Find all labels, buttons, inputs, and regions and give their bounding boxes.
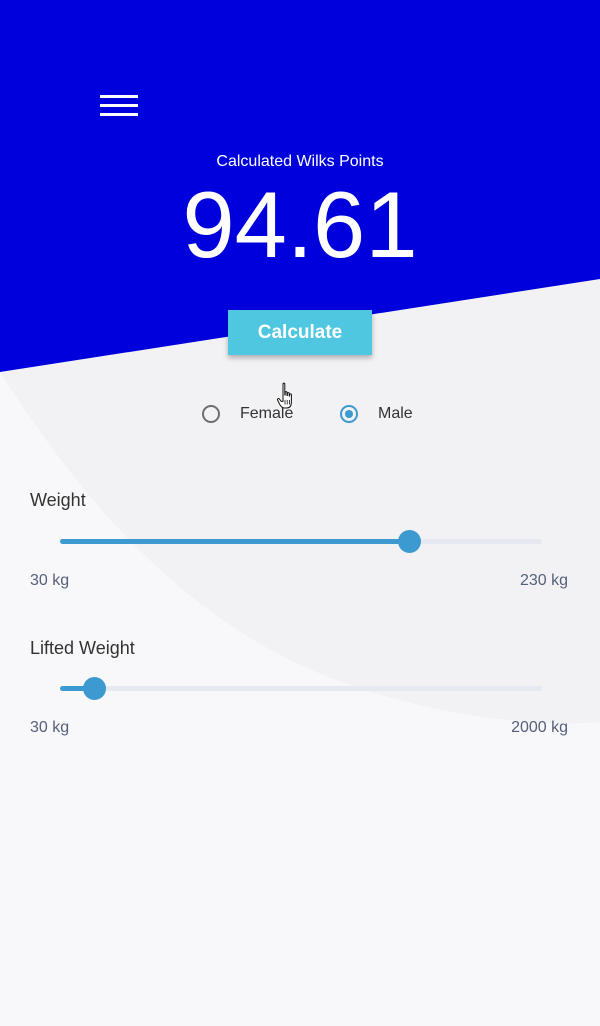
lifted-weight-min-label: 30 kg <box>30 719 70 736</box>
wilks-points-value: 94.61 <box>182 172 418 277</box>
lifted-weight-slider-thumb[interactable] <box>82 677 106 700</box>
radio-male[interactable]: Male <box>340 403 413 425</box>
weight-slider[interactable] <box>60 530 542 553</box>
menu-icon[interactable] <box>100 95 140 121</box>
result-label: Calculated Wilks Points <box>216 153 384 170</box>
hand-pointer-icon <box>277 382 292 409</box>
lifted-weight-slider-label: Lifted Weight <box>30 638 135 658</box>
calculate-button[interactable]: Calculate <box>228 310 372 355</box>
weight-slider-fill <box>60 539 410 544</box>
lifted-weight-max-label: 2000 kg <box>511 719 568 736</box>
weight-max-label: 230 kg <box>519 572 568 589</box>
weight-min-label: 30 kg <box>30 572 70 589</box>
lifted-weight-slider[interactable] <box>60 677 542 700</box>
radio-off-icon[interactable] <box>202 405 220 423</box>
radio-male-label: Male <box>378 405 413 422</box>
radio-on-icon[interactable] <box>340 405 358 423</box>
weight-slider-label: Weight <box>30 490 86 510</box>
